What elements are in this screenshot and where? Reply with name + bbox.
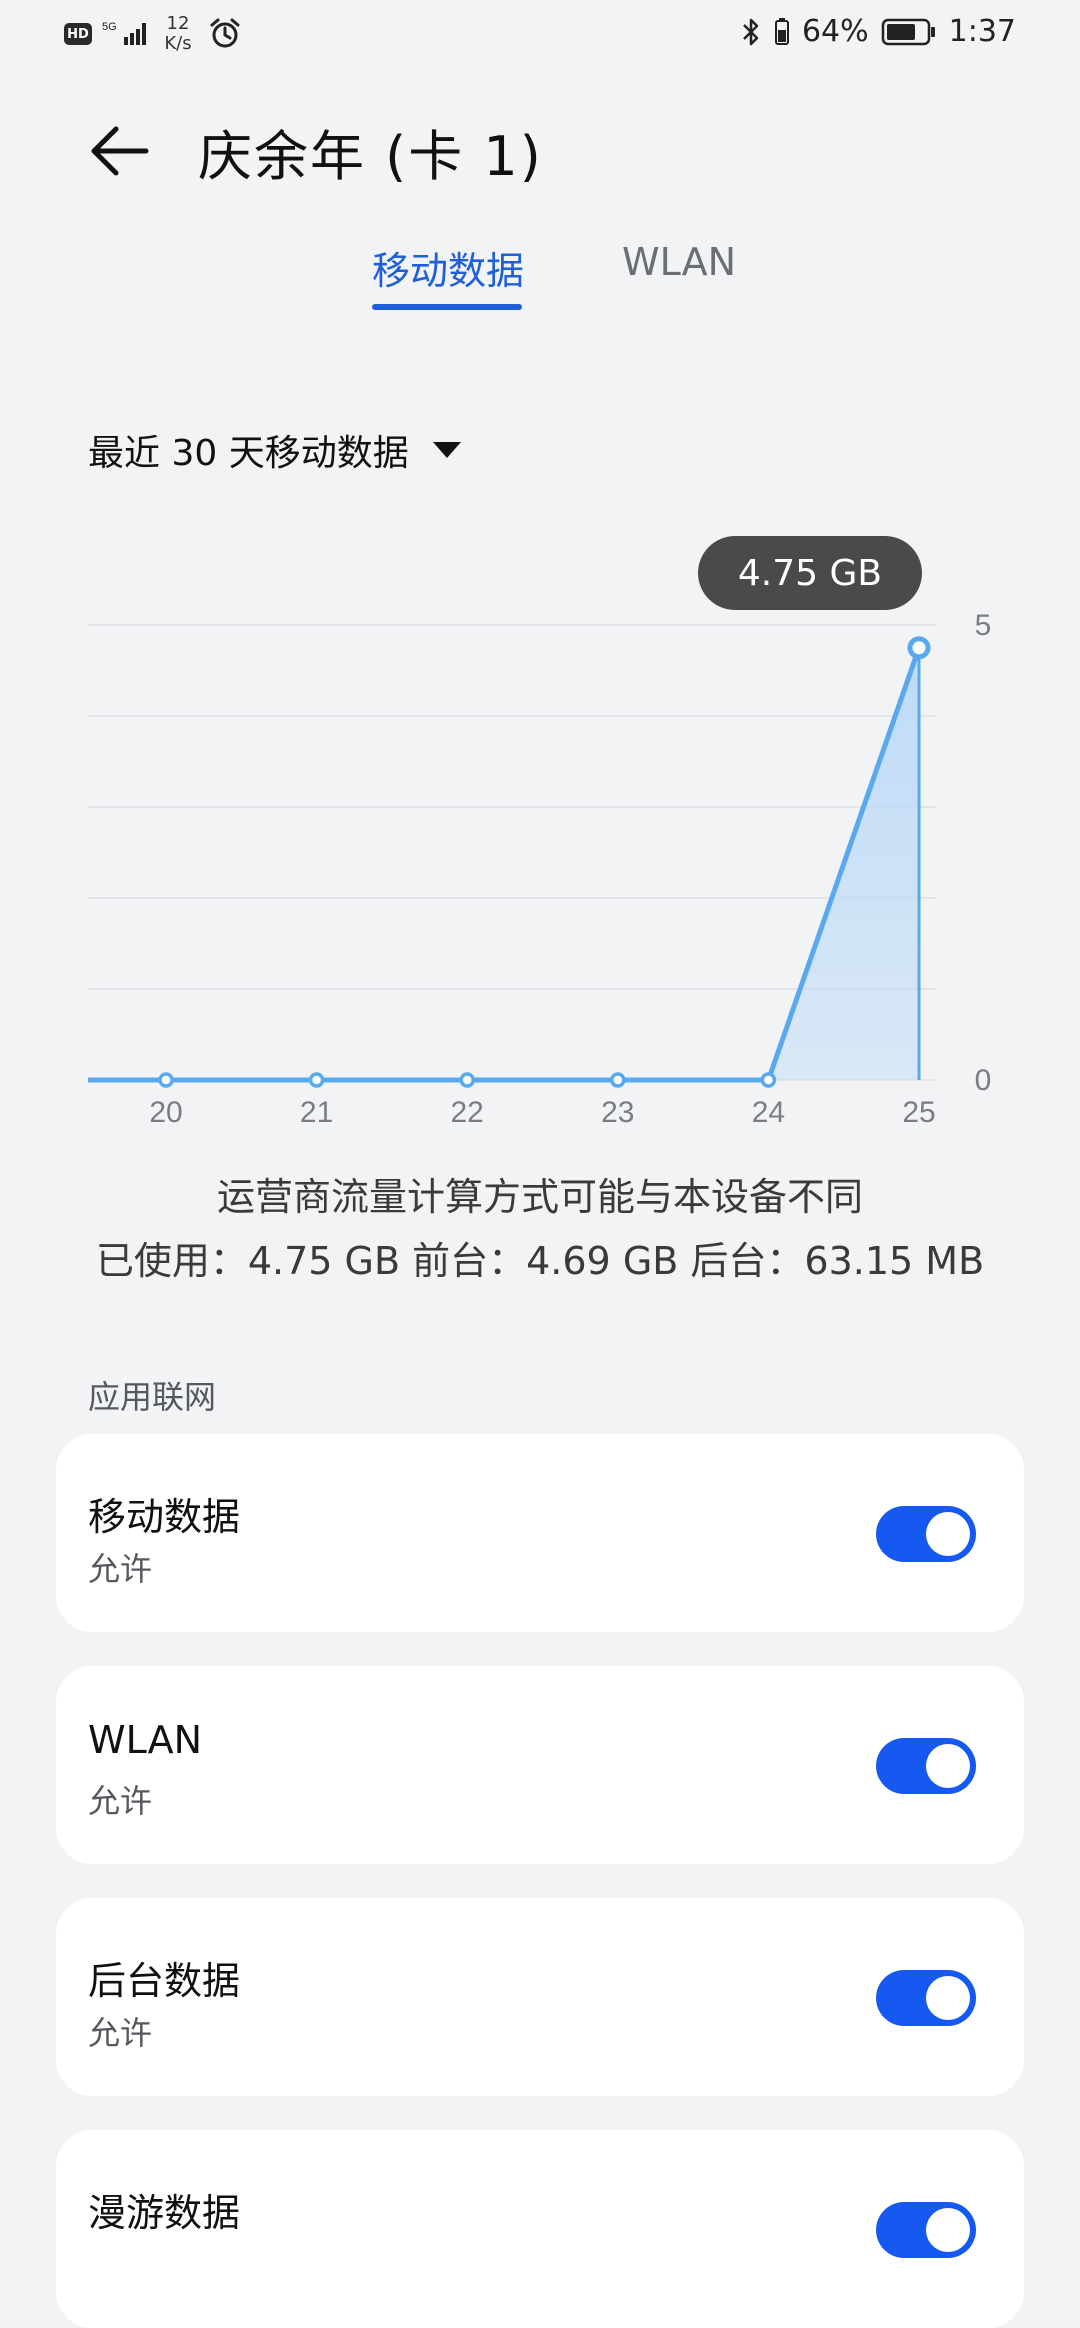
tab-wlan[interactable]: WLAN bbox=[622, 240, 736, 284]
data-point bbox=[158, 1072, 174, 1088]
dropdown-caret-icon bbox=[432, 442, 461, 458]
setting-subtitle: 允许 bbox=[88, 1782, 153, 1820]
setting-title: WLAN bbox=[88, 1718, 203, 1762]
setting-card-background-data[interactable]: 后台数据 允许 bbox=[56, 1898, 1024, 2096]
tab-mobile-data[interactable]: 移动数据 bbox=[372, 240, 524, 295]
period-label: 最近 30 天移动数据 bbox=[88, 433, 409, 474]
status-bar: HD 5G 12 K/s 64% 1:37 bbox=[0, 0, 1080, 72]
period-selector[interactable]: 最近 30 天移动数据 bbox=[88, 424, 461, 476]
roaming-data-toggle[interactable] bbox=[876, 2202, 976, 2258]
x-tick-label: 22 bbox=[451, 1096, 484, 1129]
setting-card-roaming-data[interactable]: 漫游数据 bbox=[56, 2130, 1024, 2328]
network-speed: 12 K/s bbox=[158, 14, 198, 54]
setting-subtitle: 允许 bbox=[88, 1550, 153, 1588]
signal-icon: 5G bbox=[102, 21, 146, 45]
usage-chart: 20 21 22 23 24 25 5 0 4.75 GB bbox=[0, 520, 1080, 1140]
battery-icon bbox=[881, 18, 935, 45]
toggle-knob bbox=[926, 2208, 970, 2252]
status-left: HD 5G 12 K/s bbox=[64, 14, 242, 54]
y-tick-label: 5 bbox=[975, 609, 992, 642]
data-point bbox=[459, 1072, 475, 1088]
data-point bbox=[760, 1072, 777, 1088]
background-data-toggle[interactable] bbox=[876, 1970, 976, 2026]
status-right: 64% 1:37 bbox=[740, 14, 1016, 49]
data-point bbox=[308, 1072, 325, 1088]
setting-subtitle: 允许 bbox=[88, 2014, 153, 2052]
hd-badge: HD bbox=[64, 23, 92, 45]
x-tick-label: 24 bbox=[752, 1096, 785, 1129]
section-title: 应用联网 bbox=[88, 1378, 217, 1416]
alarm-icon bbox=[210, 18, 240, 48]
setting-card-wlan[interactable]: WLAN 允许 bbox=[56, 1666, 1024, 1864]
wlan-toggle[interactable] bbox=[876, 1738, 976, 1794]
data-point bbox=[907, 636, 931, 660]
x-tick-label: 20 bbox=[149, 1096, 182, 1129]
network-speed-value: 12 bbox=[166, 13, 190, 34]
toggle-knob bbox=[926, 1976, 970, 2020]
tab-bar: 移动数据 WLAN bbox=[0, 240, 1080, 320]
mobile-data-toggle[interactable] bbox=[876, 1506, 976, 1562]
setting-title: 后台数据 bbox=[88, 1959, 241, 2003]
setting-title: 漫游数据 bbox=[88, 2191, 241, 2235]
usage-chart-svg: 20 21 22 23 24 25 5 0 bbox=[88, 609, 992, 1129]
battery-percent: 64% bbox=[801, 14, 869, 49]
usage-summary: 已使用：4.75 GB 前台：4.69 GB 后台：63.15 MB bbox=[95, 1239, 985, 1283]
active-tab-indicator bbox=[372, 304, 522, 310]
battery-small-icon bbox=[774, 17, 789, 45]
network-speed-unit: K/s bbox=[164, 33, 192, 54]
chart-tooltip: 4.75 GB bbox=[698, 536, 922, 610]
x-tick-label: 21 bbox=[300, 1096, 333, 1129]
carrier-note: 运营商流量计算方式可能与本设备不同 bbox=[216, 1175, 863, 1219]
header: 庆余年 (卡 1) bbox=[0, 100, 1080, 210]
x-tick-label: 25 bbox=[902, 1096, 935, 1129]
toggle-knob bbox=[926, 1744, 970, 1788]
toggle-knob bbox=[926, 1512, 970, 1556]
x-tick-label: 23 bbox=[601, 1096, 634, 1129]
setting-title: 移动数据 bbox=[88, 1495, 241, 1539]
clock: 1:37 bbox=[948, 14, 1016, 49]
data-point bbox=[610, 1072, 626, 1088]
bluetooth-icon bbox=[743, 18, 759, 45]
back-arrow-icon[interactable] bbox=[86, 116, 156, 186]
svg-text:5G: 5G bbox=[102, 21, 117, 33]
page-title: 庆余年 (卡 1) bbox=[198, 125, 543, 188]
setting-card-mobile-data[interactable]: 移动数据 允许 bbox=[56, 1434, 1024, 1632]
y-tick-label: 0 bbox=[975, 1064, 992, 1097]
